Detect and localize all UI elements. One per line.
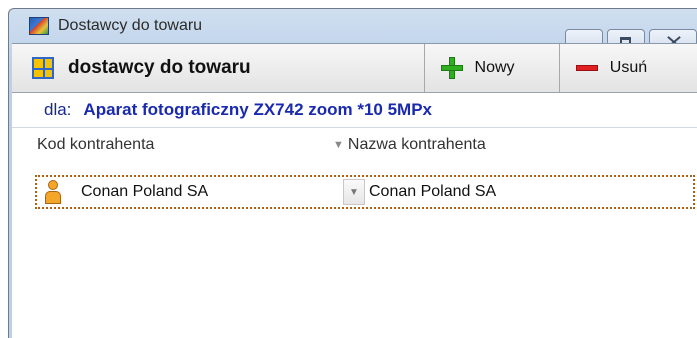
sort-icon: ▼: [333, 139, 344, 151]
new-button-label: Nowy: [474, 59, 515, 76]
cell-nazwa[interactable]: Conan Poland SA: [369, 183, 496, 201]
toolbar: dostawcy do towaru Nowy Usuń: [12, 44, 697, 93]
grid-icon: [32, 57, 54, 79]
column-header-nazwa[interactable]: ▼ Nazwa kontrahenta: [323, 136, 486, 154]
delete-button[interactable]: Usuń: [560, 44, 697, 92]
context-label: dla:: [44, 100, 72, 119]
grid-header: Kod kontrahenta ▼ Nazwa kontrahenta: [12, 128, 697, 162]
app-icon: [29, 17, 49, 35]
new-button[interactable]: Nowy: [425, 44, 560, 92]
window: Dostawcy do towaru dostawcy do towaru No…: [8, 8, 697, 338]
context-row: dla: Aparat fotograficzny ZX742 zoom *10…: [12, 93, 697, 128]
minus-icon: [575, 65, 598, 71]
toolbar-title-label: dostawcy do towaru: [68, 57, 251, 78]
column-header-kod[interactable]: Kod kontrahenta: [12, 136, 323, 154]
delete-button-label: Usuń: [609, 59, 648, 76]
column-header-nazwa-label: Nazwa kontrahenta: [347, 136, 486, 153]
context-value: Aparat fotograficzny ZX742 zoom *10 5MPx: [83, 100, 433, 119]
table-row[interactable]: Conan Poland SA ▼ Conan Poland SA: [35, 175, 695, 209]
chevron-down-icon: ▼: [349, 186, 359, 198]
window-title: Dostawcy do towaru: [58, 17, 203, 34]
cell-kod[interactable]: Conan Poland SA: [81, 183, 343, 201]
toolbar-title: dostawcy do towaru: [12, 44, 425, 92]
dropdown-button[interactable]: ▼: [343, 179, 365, 205]
title-bar[interactable]: Dostawcy do towaru: [9, 9, 697, 55]
plus-icon: [440, 57, 463, 79]
person-icon: [45, 180, 61, 204]
